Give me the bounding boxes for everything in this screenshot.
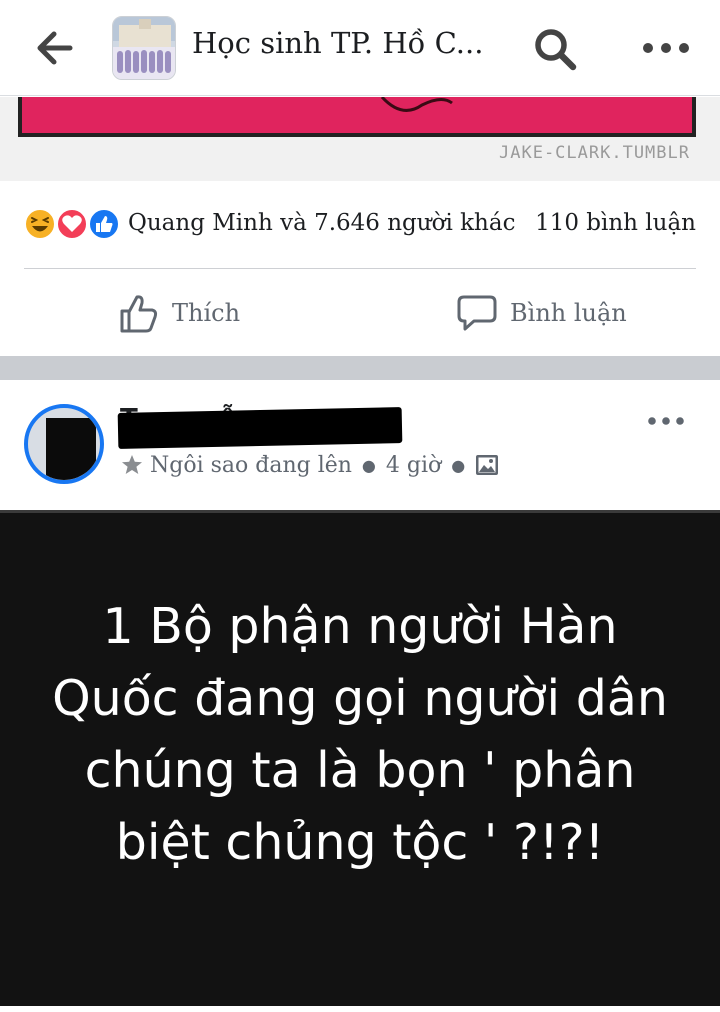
post-meta: Ngôi sao đang lên ● 4 giờ ●: [120, 450, 499, 480]
divider: [24, 268, 696, 269]
search-button[interactable]: [532, 26, 578, 72]
feed-separator: [0, 356, 720, 380]
meta-dot: ●: [451, 455, 466, 475]
post-image[interactable]: 1 Bộ phận người Hàn Quốc đang gọi người …: [0, 510, 720, 1006]
top-app-bar: Học sinh TP. Hồ C...: [0, 0, 720, 96]
reaction-icons[interactable]: [24, 206, 124, 242]
more-options-button[interactable]: [640, 30, 692, 66]
like-reaction-icon: [88, 208, 120, 240]
group-title[interactable]: Học sinh TP. Hồ C...: [192, 26, 483, 60]
comment-bubble-icon: [457, 295, 497, 331]
post-image-text: 1 Bộ phận người Hàn Quốc đang gọi người …: [52, 598, 668, 871]
post-action-bar: Thích Bình luận: [0, 270, 720, 356]
group-avatar[interactable]: [112, 16, 176, 80]
like-button[interactable]: Thích: [116, 288, 296, 338]
arrow-left-icon: [37, 31, 73, 65]
back-button[interactable]: [32, 28, 76, 68]
badge-label[interactable]: Ngôi sao đang lên: [150, 453, 352, 478]
comment-label: Bình luận: [510, 299, 627, 327]
haha-reaction-icon: [24, 208, 56, 240]
avatar-redaction: [46, 418, 96, 480]
post-options-button[interactable]: [644, 408, 688, 434]
comment-button[interactable]: Bình luận: [456, 288, 656, 338]
thumbs-up-icon: [120, 295, 158, 333]
comment-count[interactable]: 110 bình luận: [535, 210, 696, 236]
post-header: T... ...yễn Ngôi sao đang lên ● 4 giờ ●: [0, 380, 720, 508]
previous-post-image[interactable]: JAKE-CLARK.TUMBLR: [0, 95, 720, 181]
bottom-strip: [0, 1006, 720, 1012]
reactions-text[interactable]: Quang Minh và 7.646 người khác: [128, 210, 515, 236]
author-name[interactable]: T... ...yễn: [117, 400, 410, 449]
comic-drawing: [380, 95, 453, 112]
author-avatar[interactable]: [24, 404, 104, 484]
photo-icon: [476, 455, 499, 475]
image-watermark: JAKE-CLARK.TUMBLR: [499, 143, 690, 163]
comic-panel: [18, 95, 696, 137]
name-redaction: [117, 407, 403, 449]
like-label: Thích: [172, 299, 241, 327]
group-photo: [113, 17, 175, 79]
meta-dot: ●: [361, 455, 376, 475]
star-icon: [122, 455, 142, 474]
search-icon: [535, 29, 577, 71]
reactions-summary: Quang Minh và 7.646 người khác 110 bình …: [0, 200, 720, 250]
more-horizontal-icon: [648, 417, 684, 425]
post-time[interactable]: 4 giờ: [386, 453, 441, 478]
love-reaction-icon: [56, 208, 88, 240]
more-horizontal-icon: [643, 43, 689, 53]
